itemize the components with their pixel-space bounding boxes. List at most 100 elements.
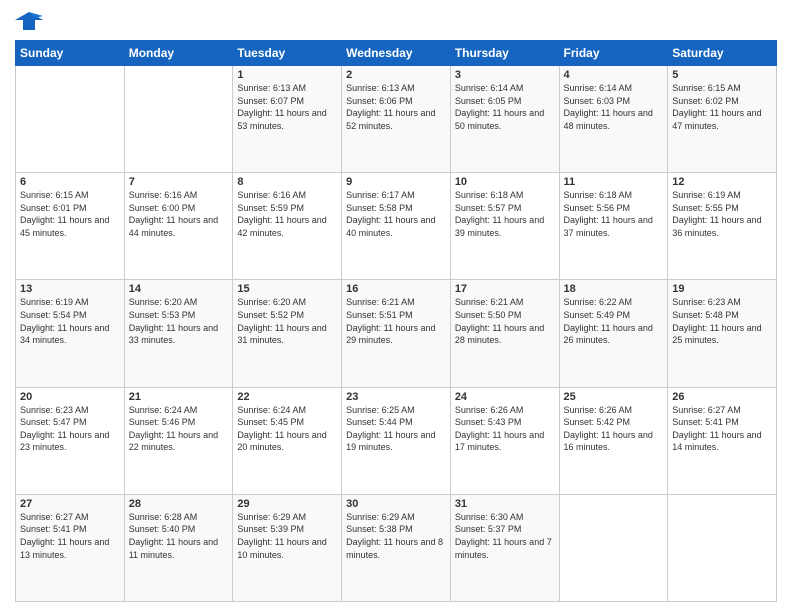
calendar-cell: 30Sunrise: 6:29 AM Sunset: 5:38 PM Dayli… <box>342 494 451 601</box>
calendar-cell: 20Sunrise: 6:23 AM Sunset: 5:47 PM Dayli… <box>16 387 125 494</box>
day-number: 11 <box>564 176 664 188</box>
day-info: Sunrise: 6:27 AM Sunset: 5:41 PM Dayligh… <box>20 511 120 561</box>
day-number: 19 <box>672 283 772 295</box>
day-number: 16 <box>346 283 446 295</box>
day-number: 10 <box>455 176 555 188</box>
day-number: 12 <box>672 176 772 188</box>
calendar-cell: 3Sunrise: 6:14 AM Sunset: 6:05 PM Daylig… <box>450 66 559 173</box>
week-row-1: 1Sunrise: 6:13 AM Sunset: 6:07 PM Daylig… <box>16 66 777 173</box>
day-number: 15 <box>237 283 337 295</box>
calendar-cell <box>668 494 777 601</box>
day-info: Sunrise: 6:25 AM Sunset: 5:44 PM Dayligh… <box>346 404 446 454</box>
day-info: Sunrise: 6:21 AM Sunset: 5:50 PM Dayligh… <box>455 296 555 346</box>
day-info: Sunrise: 6:18 AM Sunset: 5:57 PM Dayligh… <box>455 189 555 239</box>
day-number: 4 <box>564 69 664 81</box>
calendar-table: SundayMondayTuesdayWednesdayThursdayFrid… <box>15 40 777 602</box>
calendar-cell: 31Sunrise: 6:30 AM Sunset: 5:37 PM Dayli… <box>450 494 559 601</box>
day-info: Sunrise: 6:28 AM Sunset: 5:40 PM Dayligh… <box>129 511 229 561</box>
logo <box>15 10 47 32</box>
calendar-cell: 28Sunrise: 6:28 AM Sunset: 5:40 PM Dayli… <box>124 494 233 601</box>
day-info: Sunrise: 6:29 AM Sunset: 5:38 PM Dayligh… <box>346 511 446 561</box>
day-info: Sunrise: 6:24 AM Sunset: 5:46 PM Dayligh… <box>129 404 229 454</box>
day-number: 31 <box>455 498 555 510</box>
day-number: 24 <box>455 391 555 403</box>
page: SundayMondayTuesdayWednesdayThursdayFrid… <box>0 0 792 612</box>
day-info: Sunrise: 6:22 AM Sunset: 5:49 PM Dayligh… <box>564 296 664 346</box>
day-header-friday: Friday <box>559 41 668 66</box>
calendar-cell: 22Sunrise: 6:24 AM Sunset: 5:45 PM Dayli… <box>233 387 342 494</box>
week-row-3: 13Sunrise: 6:19 AM Sunset: 5:54 PM Dayli… <box>16 280 777 387</box>
day-info: Sunrise: 6:17 AM Sunset: 5:58 PM Dayligh… <box>346 189 446 239</box>
day-number: 21 <box>129 391 229 403</box>
day-info: Sunrise: 6:18 AM Sunset: 5:56 PM Dayligh… <box>564 189 664 239</box>
day-info: Sunrise: 6:19 AM Sunset: 5:55 PM Dayligh… <box>672 189 772 239</box>
day-info: Sunrise: 6:13 AM Sunset: 6:06 PM Dayligh… <box>346 82 446 132</box>
calendar-cell: 11Sunrise: 6:18 AM Sunset: 5:56 PM Dayli… <box>559 173 668 280</box>
calendar-cell: 18Sunrise: 6:22 AM Sunset: 5:49 PM Dayli… <box>559 280 668 387</box>
day-info: Sunrise: 6:16 AM Sunset: 6:00 PM Dayligh… <box>129 189 229 239</box>
calendar-cell: 13Sunrise: 6:19 AM Sunset: 5:54 PM Dayli… <box>16 280 125 387</box>
day-info: Sunrise: 6:13 AM Sunset: 6:07 PM Dayligh… <box>237 82 337 132</box>
day-number: 8 <box>237 176 337 188</box>
calendar-cell: 10Sunrise: 6:18 AM Sunset: 5:57 PM Dayli… <box>450 173 559 280</box>
day-header-monday: Monday <box>124 41 233 66</box>
day-info: Sunrise: 6:26 AM Sunset: 5:42 PM Dayligh… <box>564 404 664 454</box>
header-row: SundayMondayTuesdayWednesdayThursdayFrid… <box>16 41 777 66</box>
week-row-2: 6Sunrise: 6:15 AM Sunset: 6:01 PM Daylig… <box>16 173 777 280</box>
day-info: Sunrise: 6:19 AM Sunset: 5:54 PM Dayligh… <box>20 296 120 346</box>
day-number: 20 <box>20 391 120 403</box>
calendar-cell: 15Sunrise: 6:20 AM Sunset: 5:52 PM Dayli… <box>233 280 342 387</box>
day-number: 13 <box>20 283 120 295</box>
day-number: 14 <box>129 283 229 295</box>
calendar-cell: 19Sunrise: 6:23 AM Sunset: 5:48 PM Dayli… <box>668 280 777 387</box>
calendar-cell: 7Sunrise: 6:16 AM Sunset: 6:00 PM Daylig… <box>124 173 233 280</box>
calendar-cell: 12Sunrise: 6:19 AM Sunset: 5:55 PM Dayli… <box>668 173 777 280</box>
day-info: Sunrise: 6:27 AM Sunset: 5:41 PM Dayligh… <box>672 404 772 454</box>
calendar-cell: 17Sunrise: 6:21 AM Sunset: 5:50 PM Dayli… <box>450 280 559 387</box>
day-info: Sunrise: 6:14 AM Sunset: 6:05 PM Dayligh… <box>455 82 555 132</box>
day-header-saturday: Saturday <box>668 41 777 66</box>
day-number: 17 <box>455 283 555 295</box>
calendar-cell: 6Sunrise: 6:15 AM Sunset: 6:01 PM Daylig… <box>16 173 125 280</box>
day-header-tuesday: Tuesday <box>233 41 342 66</box>
day-number: 18 <box>564 283 664 295</box>
calendar-body: 1Sunrise: 6:13 AM Sunset: 6:07 PM Daylig… <box>16 66 777 602</box>
day-number: 29 <box>237 498 337 510</box>
calendar-cell: 27Sunrise: 6:27 AM Sunset: 5:41 PM Dayli… <box>16 494 125 601</box>
week-row-5: 27Sunrise: 6:27 AM Sunset: 5:41 PM Dayli… <box>16 494 777 601</box>
day-number: 22 <box>237 391 337 403</box>
calendar-cell: 8Sunrise: 6:16 AM Sunset: 5:59 PM Daylig… <box>233 173 342 280</box>
calendar-cell: 5Sunrise: 6:15 AM Sunset: 6:02 PM Daylig… <box>668 66 777 173</box>
calendar-cell: 9Sunrise: 6:17 AM Sunset: 5:58 PM Daylig… <box>342 173 451 280</box>
calendar-cell: 1Sunrise: 6:13 AM Sunset: 6:07 PM Daylig… <box>233 66 342 173</box>
day-number: 9 <box>346 176 446 188</box>
calendar-cell <box>124 66 233 173</box>
calendar-cell <box>559 494 668 601</box>
day-info: Sunrise: 6:24 AM Sunset: 5:45 PM Dayligh… <box>237 404 337 454</box>
day-info: Sunrise: 6:16 AM Sunset: 5:59 PM Dayligh… <box>237 189 337 239</box>
day-number: 7 <box>129 176 229 188</box>
day-info: Sunrise: 6:21 AM Sunset: 5:51 PM Dayligh… <box>346 296 446 346</box>
day-info: Sunrise: 6:20 AM Sunset: 5:53 PM Dayligh… <box>129 296 229 346</box>
week-row-4: 20Sunrise: 6:23 AM Sunset: 5:47 PM Dayli… <box>16 387 777 494</box>
calendar-cell <box>16 66 125 173</box>
day-info: Sunrise: 6:15 AM Sunset: 6:02 PM Dayligh… <box>672 82 772 132</box>
day-info: Sunrise: 6:26 AM Sunset: 5:43 PM Dayligh… <box>455 404 555 454</box>
day-header-wednesday: Wednesday <box>342 41 451 66</box>
calendar-cell: 14Sunrise: 6:20 AM Sunset: 5:53 PM Dayli… <box>124 280 233 387</box>
day-info: Sunrise: 6:23 AM Sunset: 5:48 PM Dayligh… <box>672 296 772 346</box>
calendar-cell: 25Sunrise: 6:26 AM Sunset: 5:42 PM Dayli… <box>559 387 668 494</box>
day-info: Sunrise: 6:20 AM Sunset: 5:52 PM Dayligh… <box>237 296 337 346</box>
day-info: Sunrise: 6:23 AM Sunset: 5:47 PM Dayligh… <box>20 404 120 454</box>
day-info: Sunrise: 6:15 AM Sunset: 6:01 PM Dayligh… <box>20 189 120 239</box>
calendar-cell: 4Sunrise: 6:14 AM Sunset: 6:03 PM Daylig… <box>559 66 668 173</box>
day-number: 6 <box>20 176 120 188</box>
day-number: 5 <box>672 69 772 81</box>
day-number: 2 <box>346 69 446 81</box>
logo-icon <box>15 10 43 32</box>
day-header-thursday: Thursday <box>450 41 559 66</box>
day-info: Sunrise: 6:30 AM Sunset: 5:37 PM Dayligh… <box>455 511 555 561</box>
calendar-cell: 26Sunrise: 6:27 AM Sunset: 5:41 PM Dayli… <box>668 387 777 494</box>
calendar-cell: 24Sunrise: 6:26 AM Sunset: 5:43 PM Dayli… <box>450 387 559 494</box>
calendar-cell: 2Sunrise: 6:13 AM Sunset: 6:06 PM Daylig… <box>342 66 451 173</box>
